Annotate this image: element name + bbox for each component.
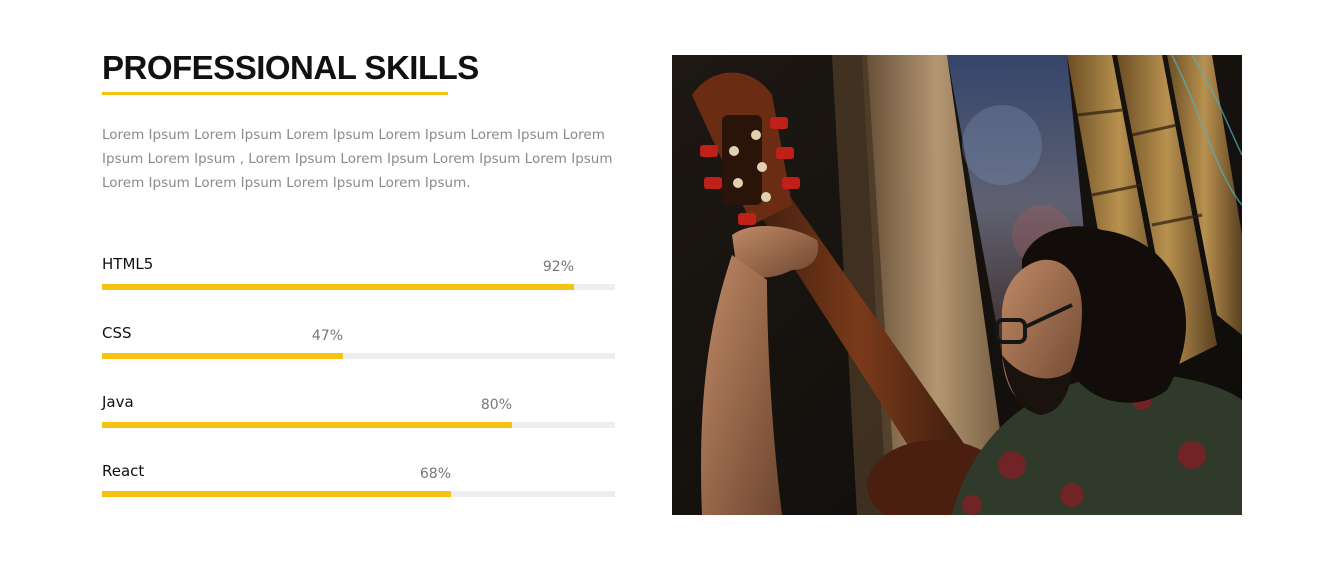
skill-percent-label: 68% <box>419 466 451 482</box>
skill-item-react: React 68% <box>102 460 615 529</box>
skill-percent-label: 92% <box>542 259 574 275</box>
skill-name: CSS <box>102 324 132 342</box>
skill-item-css: CSS 47% <box>102 322 615 391</box>
photo-illustration <box>672 55 1242 515</box>
skill-name: React <box>102 462 145 480</box>
skill-percent-label: 80% <box>480 397 512 413</box>
skill-progress-fill <box>102 422 512 428</box>
skill-progress-track <box>102 422 615 428</box>
skills-header: PROFESSIONAL SKILLS Lorem Ipsum Lorem Ip… <box>102 48 622 195</box>
skill-name: HTML5 <box>102 255 154 273</box>
skills-list: HTML5 92% CSS 47% Java 80% React 68% <box>102 253 615 529</box>
skill-progress-fill <box>102 491 451 497</box>
skill-item-html5: HTML5 92% <box>102 253 615 322</box>
guitar-player-photo <box>672 55 1242 515</box>
section-title: PROFESSIONAL SKILLS <box>102 49 479 86</box>
skill-progress-track <box>102 353 615 359</box>
skill-progress-fill <box>102 284 574 290</box>
skill-progress-fill <box>102 353 343 359</box>
title-underline <box>102 92 448 95</box>
skill-progress-track <box>102 284 615 290</box>
skill-progress-track <box>102 491 615 497</box>
skill-percent-label: 47% <box>311 328 343 344</box>
skill-item-java: Java 80% <box>102 391 615 460</box>
skill-name: Java <box>102 393 134 411</box>
section-description: Lorem Ipsum Lorem Ipsum Lorem Ipsum Lore… <box>102 127 613 191</box>
